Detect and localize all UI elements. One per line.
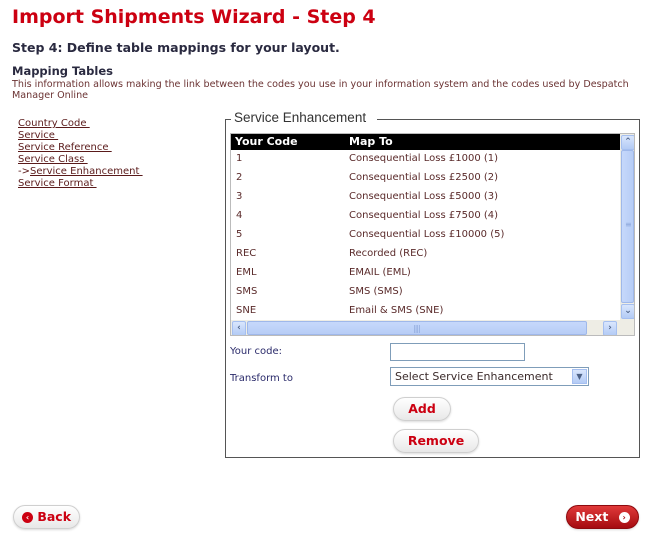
chevron-right-circle-icon: › — [618, 512, 630, 523]
mapping-tables-nav: Country Code Service Service Reference S… — [18, 118, 143, 190]
remove-button[interactable]: Remove — [393, 429, 479, 453]
fieldset-border — [225, 119, 231, 120]
add-button[interactable]: Add — [393, 397, 451, 421]
cell-your-code: 1 — [236, 153, 243, 164]
grip-icon: ≡ — [625, 220, 632, 229]
table-row[interactable]: 1 Consequential Loss £1000 (1) — [231, 150, 620, 169]
fieldset-border — [377, 119, 640, 120]
mapping-grid: Your Code Map To 1 Consequential Loss £10… — [230, 133, 635, 336]
table-row[interactable]: 5 Consequential Loss £10000 (5) — [231, 226, 620, 245]
cell-map-to: Recorded (REC) — [349, 248, 428, 259]
column-header-map-to: Map To — [349, 135, 393, 148]
cell-map-to: Consequential Loss £7500 (4) — [349, 210, 499, 221]
nav-item-service-enhancement[interactable]: Service Enhancement — [30, 166, 143, 177]
nav-item-service-enhancement-row: ->Service Enhancement — [18, 166, 143, 178]
fieldset-legend: Service Enhancement — [234, 110, 367, 125]
vertical-scrollbar-thumb[interactable]: ≡ — [621, 150, 634, 303]
transform-to-select[interactable]: Select Service Enhancement ▼ — [390, 367, 589, 386]
chevron-left-circle-icon: ‹ — [21, 512, 33, 523]
arrow-up-icon[interactable]: ⌃ — [621, 135, 634, 150]
column-header-your-code: Your Code — [235, 135, 298, 148]
table-row[interactable]: REC Recorded (REC) — [231, 245, 620, 264]
cell-your-code: 5 — [236, 229, 243, 240]
cell-map-to: Consequential Loss £5000 (3) — [349, 191, 499, 202]
table-row[interactable]: SNE Email & SMS (SNE) — [231, 302, 620, 321]
cell-your-code: 2 — [236, 172, 243, 183]
cell-map-to: Email & SMS (SNE) — [349, 305, 444, 316]
next-button[interactable]: Next › — [566, 505, 639, 529]
horizontal-scrollbar-thumb[interactable]: |||| — [247, 321, 587, 335]
arrow-down-icon[interactable]: ⌄ — [621, 304, 634, 319]
section-description: This information allows making the link … — [12, 79, 629, 101]
your-code-input[interactable] — [390, 343, 525, 361]
section-title: Mapping Tables — [12, 64, 113, 78]
scrollbar-corner — [620, 320, 634, 335]
arrow-right-icon[interactable]: › — [603, 321, 617, 335]
cell-your-code: EML — [236, 267, 257, 278]
next-button-label: Next — [575, 509, 609, 524]
nav-item-service[interactable]: Service — [18, 130, 143, 142]
cell-map-to: Consequential Loss £1000 (1) — [349, 153, 499, 164]
cell-your-code: SMS — [236, 286, 258, 297]
back-button-label: Back — [37, 509, 72, 524]
table-row[interactable]: 4 Consequential Loss £7500 (4) — [231, 207, 620, 226]
grip-icon: |||| — [413, 324, 421, 333]
current-indicator: -> — [18, 166, 30, 177]
table-row[interactable]: 3 Consequential Loss £5000 (3) — [231, 188, 620, 207]
table-row[interactable]: SMS SMS (SMS) — [231, 283, 620, 302]
arrow-left-icon[interactable]: ‹ — [232, 321, 246, 335]
chevron-down-icon[interactable]: ▼ — [572, 369, 587, 384]
nav-item-country-code[interactable]: Country Code — [18, 118, 143, 130]
cell-map-to: Consequential Loss £10000 (5) — [349, 229, 505, 240]
table-row[interactable]: EML EMAIL (EML) — [231, 264, 620, 283]
cell-your-code: REC — [236, 248, 257, 259]
nav-item-service-class[interactable]: Service Class — [18, 154, 143, 166]
cell-your-code: 4 — [236, 210, 243, 221]
cell-your-code: 3 — [236, 191, 243, 202]
nav-item-service-reference[interactable]: Service Reference — [18, 142, 143, 154]
table-row[interactable]: 2 Consequential Loss £2500 (2) — [231, 169, 620, 188]
your-code-label: Your code: — [230, 346, 283, 357]
back-button[interactable]: ‹ Back — [13, 505, 80, 529]
transform-to-selected-value: Select Service Enhancement — [395, 370, 553, 383]
nav-item-service-format[interactable]: Service Format — [18, 178, 143, 190]
cell-map-to: Consequential Loss £2500 (2) — [349, 172, 499, 183]
page-title: Import Shipments Wizard - Step 4 — [12, 6, 376, 28]
cell-your-code: SNE — [236, 305, 257, 316]
transform-to-label: Transform to — [230, 373, 293, 384]
cell-map-to: EMAIL (EML) — [349, 267, 411, 278]
cell-map-to: SMS (SMS) — [349, 286, 403, 297]
grid-header: Your Code Map To — [231, 134, 620, 150]
step-subtitle: Step 4: Define table mappings for your l… — [12, 40, 340, 55]
